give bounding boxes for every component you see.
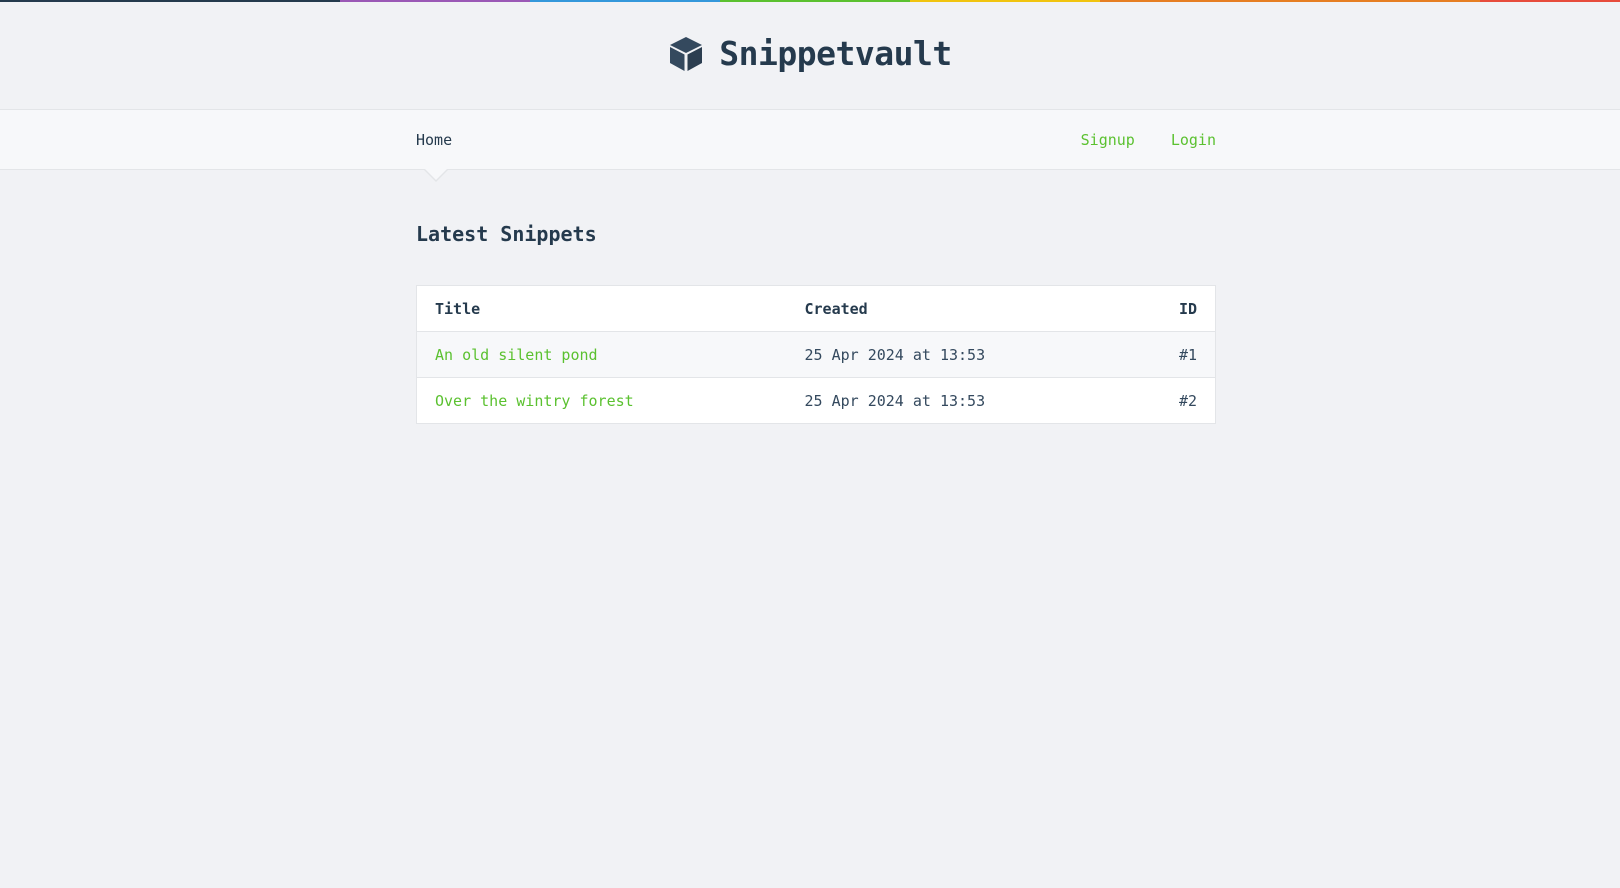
nav-right: Signup Login (1081, 131, 1216, 149)
column-header-id: ID (1129, 285, 1216, 332)
table-header-row: Title Created ID (416, 285, 1216, 332)
nav-signup-link[interactable]: Signup (1081, 131, 1135, 149)
snippet-created-cell: 25 Apr 2024 at 13:53 (786, 377, 1130, 424)
column-header-title: Title (416, 285, 787, 332)
nav-home-link[interactable]: Home (416, 131, 452, 149)
snippet-title-cell: An old silent pond (416, 331, 787, 378)
page-title: Latest Snippets (416, 222, 597, 246)
main-content: Latest Snippets Title Created ID An old … (416, 170, 1216, 424)
snippet-title-cell: Over the wintry forest (416, 377, 787, 424)
table-row: Over the wintry forest 25 Apr 2024 at 13… (416, 377, 1216, 424)
cube-icon (670, 36, 703, 71)
site-header: Snippetvault (0, 2, 1620, 110)
snippets-table: Title Created ID An old silent pond 25 A… (416, 285, 1216, 424)
snippet-title-link[interactable]: An old silent pond (435, 346, 598, 364)
brand-link[interactable]: Snippetvault (668, 34, 952, 73)
column-header-created: Created (786, 285, 1130, 332)
snippet-id-cell: #2 (1129, 377, 1216, 424)
brand-name: Snippetvault (719, 34, 952, 73)
main-nav: Home Signup Login (0, 110, 1620, 170)
snippet-title-link[interactable]: Over the wintry forest (435, 392, 634, 410)
table-row: An old silent pond 25 Apr 2024 at 13:53 … (416, 331, 1216, 378)
nav-login-link[interactable]: Login (1171, 131, 1216, 149)
snippet-created-cell: 25 Apr 2024 at 13:53 (786, 331, 1130, 378)
snippet-id-cell: #1 (1129, 331, 1216, 378)
